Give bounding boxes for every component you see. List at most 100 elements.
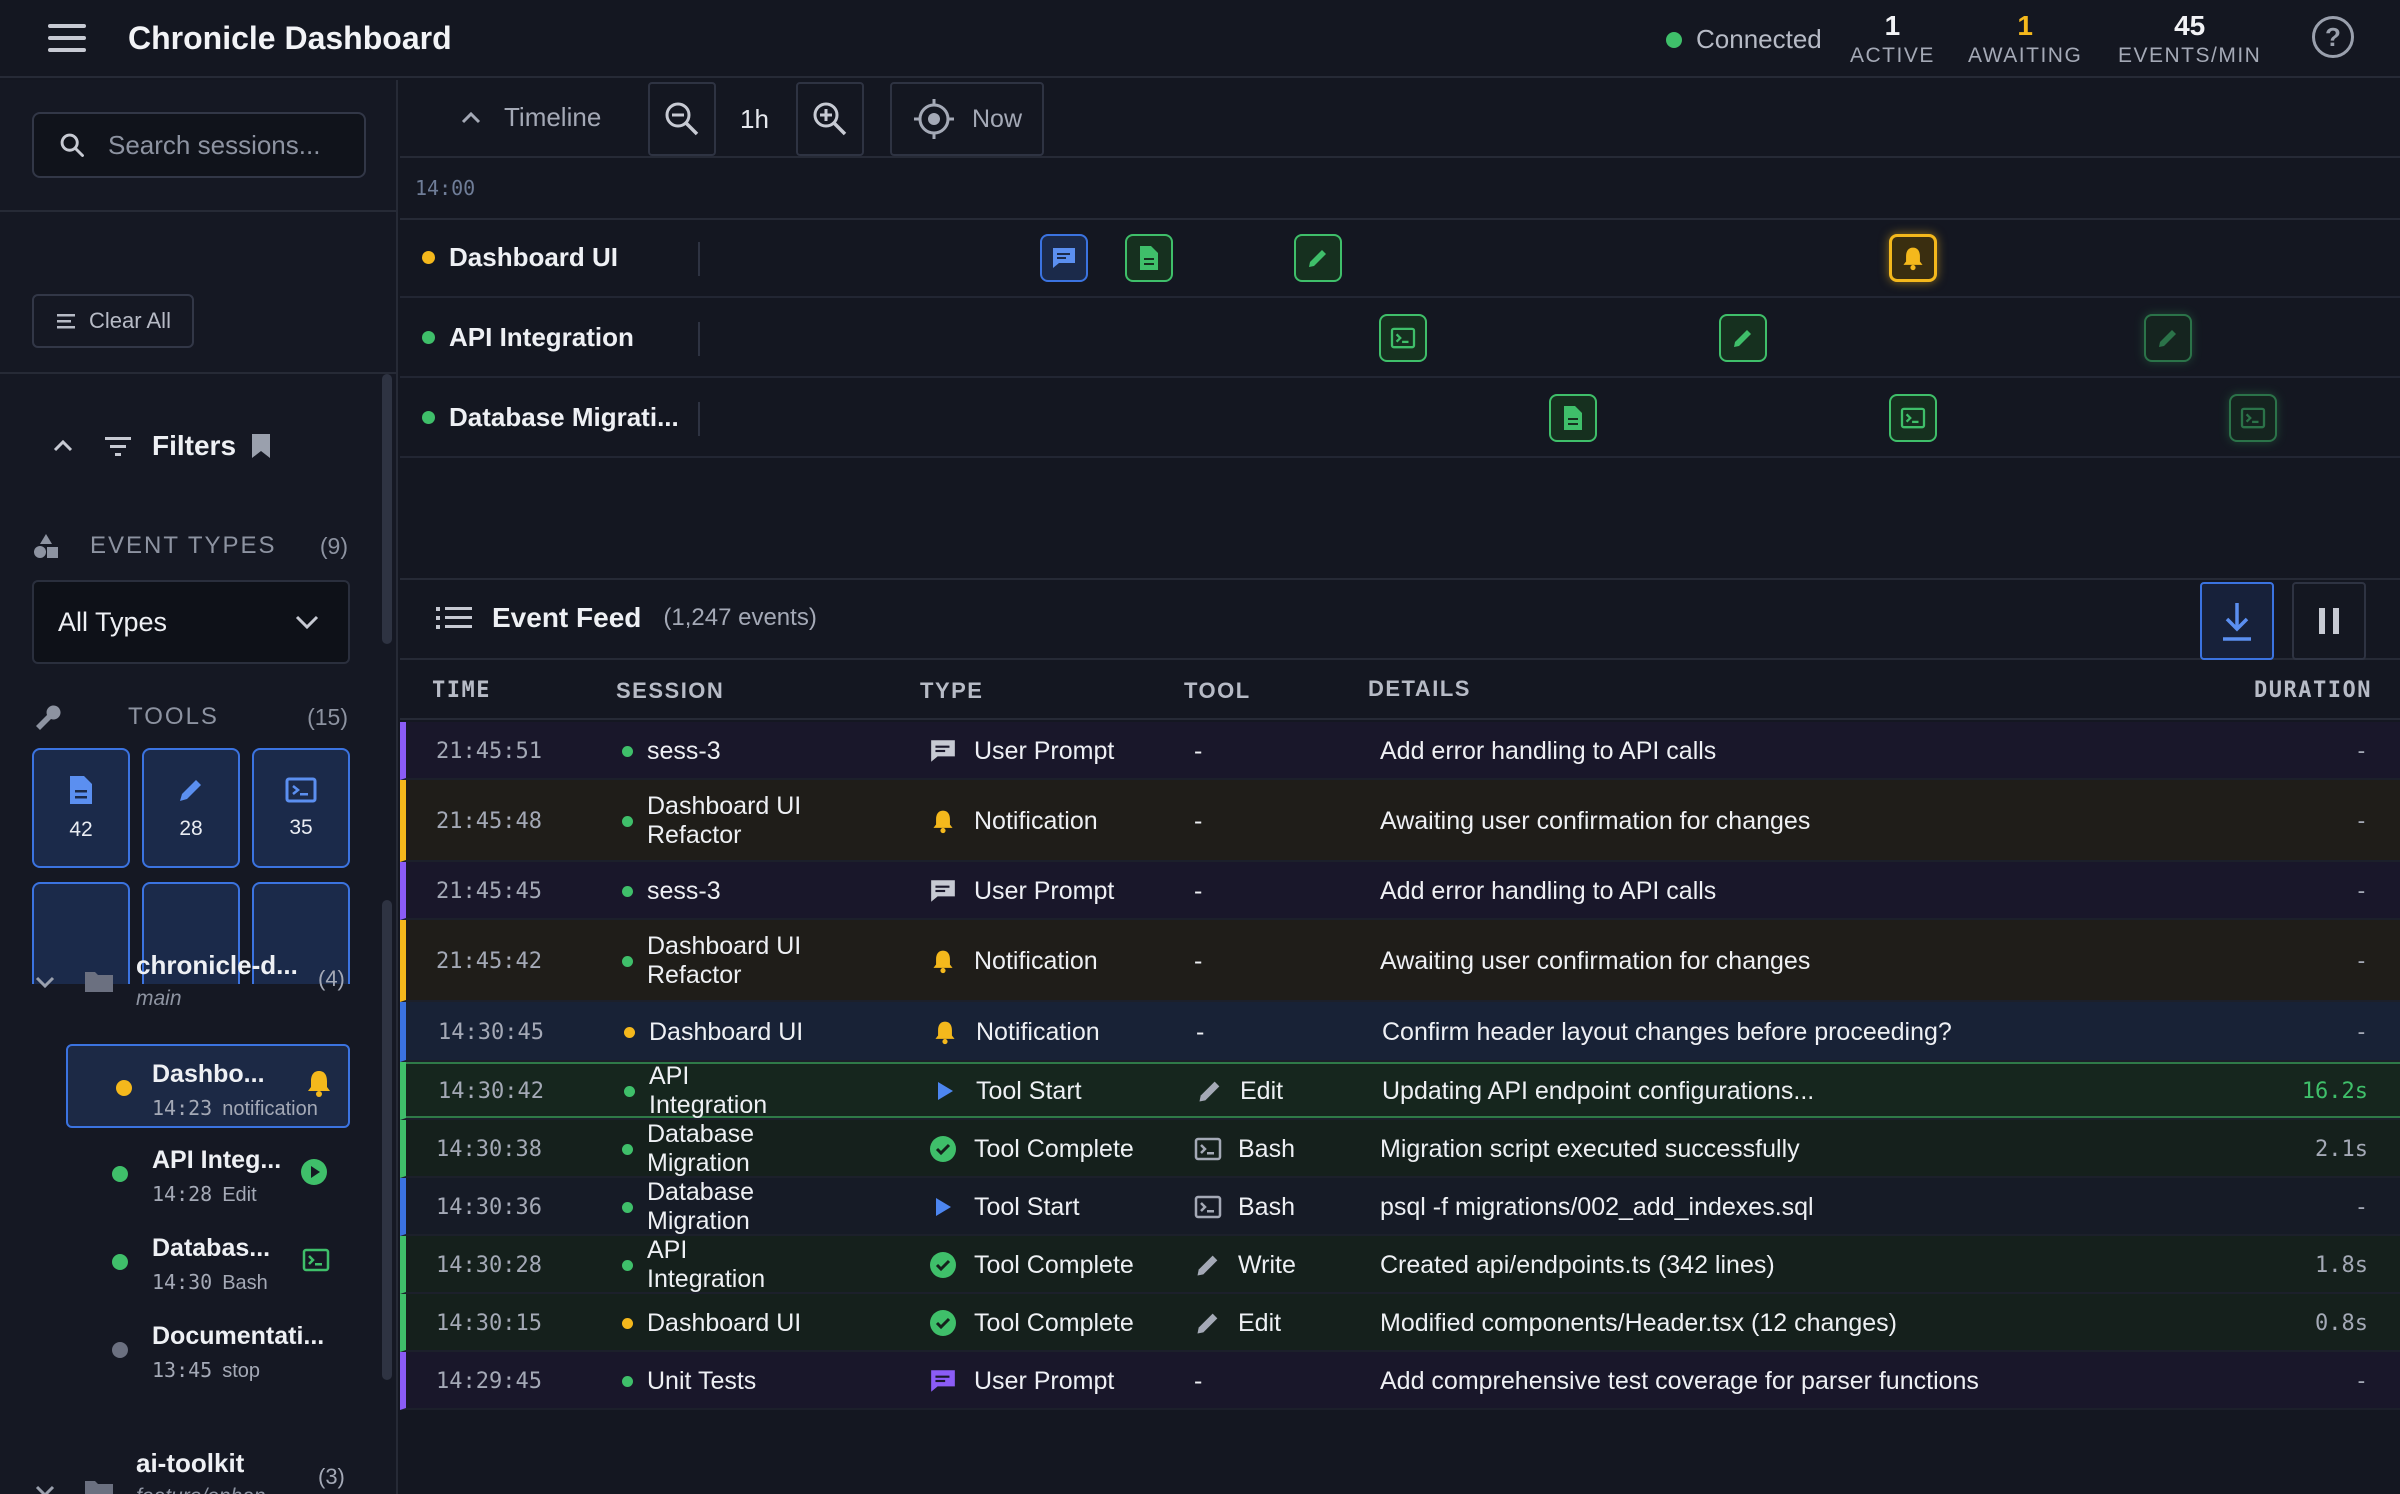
file-icon (70, 776, 92, 804)
status-dot-icon (422, 331, 435, 344)
event-session[interactable]: sess-3 (622, 862, 812, 920)
play-circle-icon (301, 1159, 327, 1185)
bell-icon (933, 950, 953, 974)
event-type: Tool Complete (928, 1236, 1134, 1294)
table-row[interactable]: 21:45:51 sess-3 User Prompt - Add error hand… (400, 722, 2400, 780)
event-types-label: EVENT TYPES (9) (32, 532, 348, 560)
timeline-event-edit[interactable] (1719, 314, 1767, 362)
event-duration: - (2354, 948, 2368, 974)
clear-all-button[interactable]: Clear All (32, 294, 194, 348)
event-time: 14:30:42 (438, 1078, 544, 1104)
timeline-event-bash[interactable] (1889, 394, 1937, 442)
timeline-event-read[interactable] (1125, 234, 1173, 282)
table-row[interactable]: 14:30:15 Dashboard UI Tool Complete Edit Mod… (400, 1294, 2400, 1352)
event-type: Tool Start (928, 1178, 1080, 1236)
timeline-toggle[interactable]: Timeline (460, 102, 601, 133)
table-row[interactable]: 14:30:42 API Integration Tool Start Edit Upd… (400, 1062, 2400, 1120)
event-session[interactable]: sess-3 (622, 722, 812, 780)
event-type: Notification (928, 780, 1098, 862)
chevron-down-icon (35, 1485, 55, 1494)
event-session[interactable]: API Integration (622, 1236, 812, 1294)
connection-dot-icon (1666, 31, 1682, 48)
table-row[interactable]: 14:29:45 Unit Tests User Prompt - Add compre… (400, 1352, 2400, 1410)
event-type-select[interactable]: All Types (32, 580, 350, 664)
sidebar: Search sessions... Clear All Filters EVE… (0, 80, 398, 1494)
now-button[interactable]: Now (890, 82, 1044, 156)
session-item-database[interactable]: Databas... 14:30 Bash (66, 1220, 350, 1304)
search-input[interactable]: Search sessions... (32, 112, 366, 178)
session-item-api[interactable]: API Integ... 14:28 Edit (66, 1132, 350, 1216)
event-details: Migration script executed successfully (1380, 1134, 1800, 1163)
timeline-event-edit[interactable] (1294, 234, 1342, 282)
bookmark-icon[interactable] (250, 432, 272, 460)
auto-scroll-button[interactable] (2200, 582, 2274, 660)
timeline-event-bash[interactable] (2229, 394, 2277, 442)
session-item-dashboard[interactable]: Dashbo... 14:23 notification (66, 1044, 350, 1128)
project-group-ai-toolkit[interactable]: ai-toolkit feature/enhan... (34, 1448, 283, 1494)
download-arrow-icon (2223, 603, 2251, 641)
timeline-event-edit[interactable] (2144, 314, 2192, 362)
pause-button[interactable] (2292, 582, 2366, 660)
table-row[interactable]: 21:45:42 Dashboard UI Refactor Notificatio… (400, 920, 2400, 1002)
sidebar-scrollbar[interactable] (382, 374, 392, 644)
event-session[interactable]: Dashboard UI Refactor (622, 920, 812, 1002)
pencil-icon (2159, 330, 2176, 347)
play-icon (938, 1082, 953, 1100)
timeline-event-bash[interactable] (1379, 314, 1427, 362)
zoom-in-button[interactable] (796, 82, 864, 156)
chat-icon (931, 1370, 955, 1392)
event-details: Add comprehensive test coverage for pars… (1380, 1366, 1979, 1395)
table-row[interactable]: 14:30:28 API Integration Tool Complete Writ… (400, 1236, 2400, 1294)
table-row[interactable]: 14:30:38 Database Migration Tool Complete B… (400, 1120, 2400, 1178)
sidebar-scrollbar-lower[interactable] (382, 900, 392, 1380)
stat-awaiting: 1 AWAITING (1968, 10, 2083, 67)
project-session-count: (3) (318, 1464, 345, 1489)
menu-icon[interactable] (48, 20, 86, 56)
event-details: Add error handling to API calls (1380, 736, 1717, 765)
status-dot-icon (422, 411, 435, 424)
event-session[interactable]: Database Migration (622, 1120, 812, 1178)
project-group-chronicle[interactable]: chronicle-d... main (34, 950, 298, 1011)
pencil-icon (180, 780, 201, 801)
tool-filter-edit[interactable]: 28 (142, 748, 240, 868)
event-session[interactable]: Database Migration (622, 1178, 812, 1236)
timeline-event-prompt[interactable] (1040, 234, 1088, 282)
crosshair-icon (913, 99, 954, 139)
stat-active: 1 ACTIVE (1850, 10, 1935, 67)
folder-icon (85, 971, 113, 992)
event-time: 14:30:45 (438, 1019, 544, 1045)
event-details: Created api/endpoints.ts (342 lines) (1380, 1250, 1775, 1279)
filters-header[interactable]: Filters (52, 430, 272, 462)
event-tool: Edit (1196, 1062, 1283, 1120)
help-icon[interactable]: ? (2312, 16, 2354, 58)
chevron-up-icon (53, 439, 73, 452)
event-time: 21:45:48 (436, 808, 542, 834)
event-tool: - (1194, 876, 1203, 905)
event-type: Notification (930, 1002, 1100, 1062)
divider (698, 402, 700, 436)
tool-filter-bash[interactable]: 35 (252, 748, 350, 868)
tool-filter-read[interactable]: 42 (32, 748, 130, 868)
event-session[interactable]: Dashboard UI (624, 1002, 814, 1062)
table-row[interactable]: 14:30:45 Dashboard UI Notification - Confirm… (400, 1002, 2400, 1062)
terminal-icon (1390, 327, 1416, 349)
event-type: Tool Complete (928, 1120, 1134, 1178)
event-session[interactable]: Unit Tests (622, 1352, 812, 1410)
event-duration: - (2354, 1194, 2368, 1220)
event-duration: 16.2s (2301, 1078, 2368, 1104)
event-session[interactable]: Dashboard UI (622, 1294, 812, 1352)
terminal-icon (1900, 407, 1926, 429)
zoom-out-button[interactable] (648, 82, 716, 156)
event-time: 14:29:45 (436, 1368, 542, 1394)
event-time: 21:45:45 (436, 878, 542, 904)
table-row[interactable]: 21:45:48 Dashboard UI Refactor Notificatio… (400, 780, 2400, 862)
event-session[interactable]: Dashboard UI Refactor (622, 780, 812, 862)
timeline-event-read[interactable] (1549, 394, 1597, 442)
event-session[interactable]: API Integration (624, 1062, 814, 1120)
timeline-event-notification[interactable] (1889, 234, 1937, 282)
table-row[interactable]: 21:45:45 sess-3 User Prompt - Add error hand… (400, 862, 2400, 920)
event-type: Notification (928, 920, 1098, 1002)
status-dot-icon (622, 815, 633, 827)
table-row[interactable]: 14:30:36 Database Migration Tool Start Bash… (400, 1178, 2400, 1236)
session-item-documentation[interactable]: Documentati... 13:45 stop (66, 1308, 350, 1392)
